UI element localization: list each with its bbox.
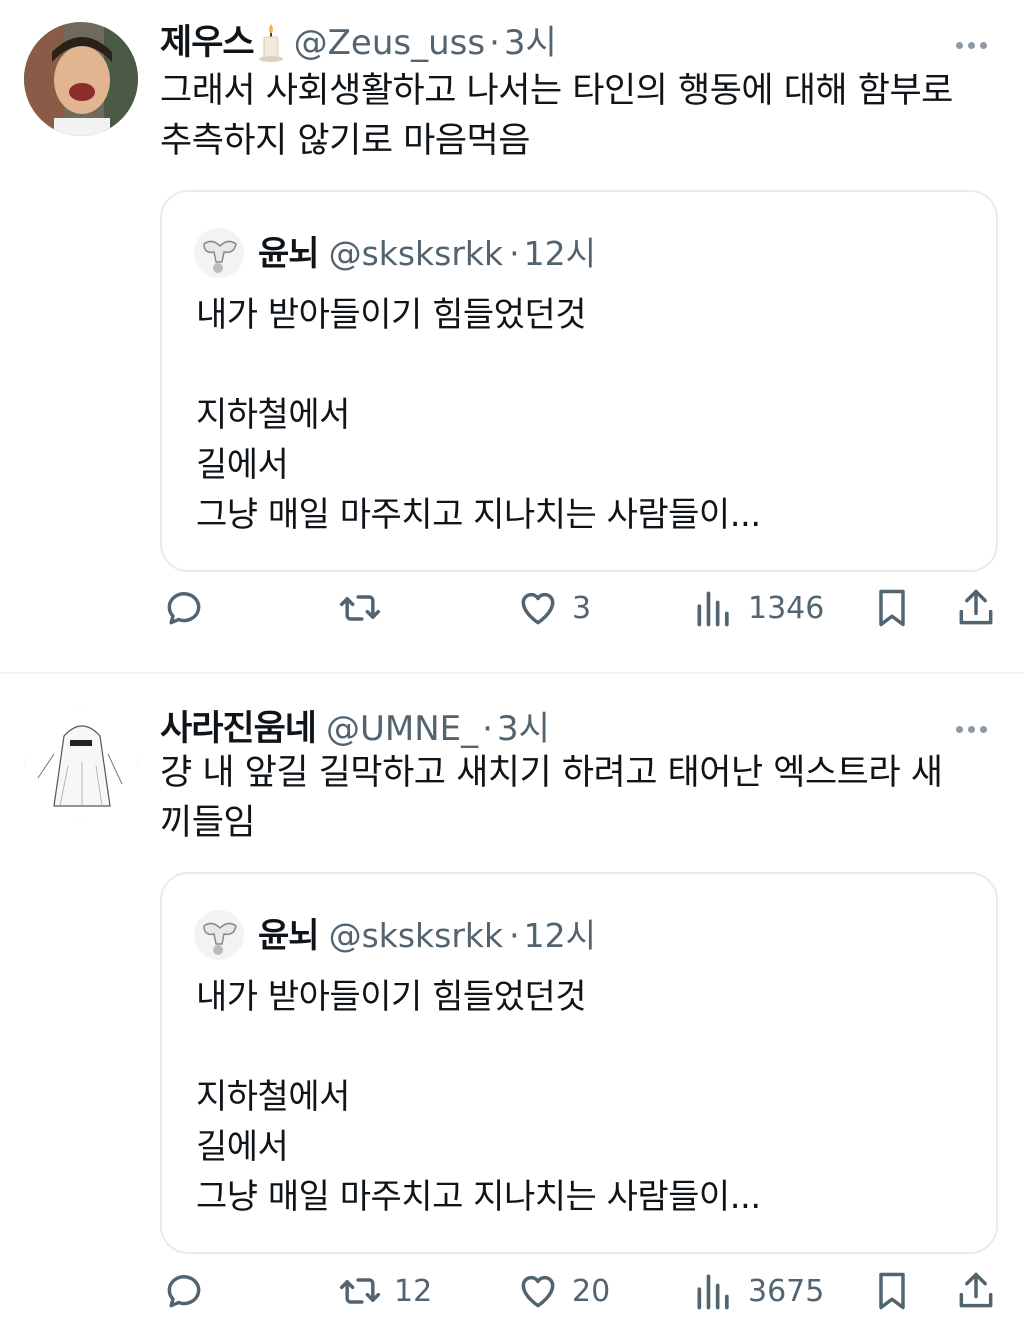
views-button[interactable]: 3675 [692,1269,824,1313]
heart-icon [521,1275,555,1308]
reply-button[interactable] [162,1269,206,1313]
bookmark-icon [879,589,905,627]
quoted-avatar[interactable] [194,910,244,960]
share-icon [959,589,993,625]
more-icon[interactable] [956,34,996,49]
quoted-timestamp[interactable]: 12시 [524,227,596,275]
quoted-timestamp[interactable]: 12시 [524,909,596,957]
avatar[interactable] [24,22,138,136]
like-count: 20 [572,1273,611,1309]
timestamp[interactable]: 3시 [504,15,557,64]
reply-button[interactable] [162,586,206,630]
retweet-icon [339,595,381,621]
like-button[interactable]: 20 [516,1269,610,1313]
tweet[interactable]: 제우스 @Zeus_uss · 3시 그래서 사회생활하고 나서는 타인의 행동… [0,0,1024,672]
bookmark-icon [879,1272,905,1310]
quoted-author-name[interactable]: 윤뇌 [258,908,320,957]
share-button[interactable] [954,586,998,630]
retweet-button[interactable]: 12 [338,1269,432,1313]
action-bar: 12 20 3675 [0,1269,1024,1329]
views-icon [697,591,729,627]
quoted-tweet[interactable]: 윤뇌 @sksksrkk · 12시 내가 받아들이기 힘들었던것 지하철에서 … [160,872,998,1254]
author-name[interactable]: 사라진움네 [160,700,317,751]
share-icon [959,1272,993,1308]
author-handle[interactable]: @UMNE_ [326,709,478,749]
view-count: 1346 [748,590,825,626]
timestamp[interactable]: 3시 [497,701,550,750]
quoted-author-name[interactable]: 윤뇌 [258,226,320,275]
retweet-icon [339,1278,381,1304]
author-name[interactable]: 제우스 [160,14,255,65]
avatar[interactable] [24,706,138,820]
action-bar: 3 1346 [0,586,1024,646]
tweet-text: 그래서 사회생활하고 나서는 타인의 행동에 대해 함부로 추측하지 않기로 마… [160,71,953,161]
more-icon[interactable] [956,718,996,733]
separator-dot: · [509,916,520,955]
like-button[interactable]: 3 [516,586,591,630]
heart-icon [521,592,555,625]
retweet-count: 12 [394,1273,433,1309]
like-count: 3 [572,590,592,626]
quoted-tweet[interactable]: 윤뇌 @sksksrkk · 12시 내가 받아들이기 힘들었던것 지하철에서 … [160,190,998,572]
bookmark-button[interactable] [870,586,914,630]
quoted-text: 내가 받아들이기 힘들었던것 지하철에서 길에서 그냥 매일 마주치고 지나치는… [196,295,761,535]
separator-dot: · [489,23,500,63]
views-icon [697,1274,729,1310]
quoted-avatar[interactable] [194,228,244,278]
tweet[interactable]: 사라진움네 @UMNE_ · 3시 걍 내 앞길 길막하고 새치기 하려고 태어… [0,674,1024,1343]
reply-icon [167,592,201,625]
quoted-author-handle[interactable]: @sksksrkk [329,916,504,955]
share-button[interactable] [954,1269,998,1313]
author-handle[interactable]: @Zeus_uss [294,23,485,63]
bookmark-button[interactable] [870,1269,914,1313]
candle-emoji [258,22,284,62]
separator-dot: · [509,234,520,273]
view-count: 3675 [748,1273,825,1309]
quoted-author-handle[interactable]: @sksksrkk [329,234,504,273]
quoted-text: 내가 받아들이기 힘들었던것 지하철에서 길에서 그냥 매일 마주치고 지나치는… [196,977,761,1217]
separator-dot: · [482,709,493,749]
retweet-button[interactable] [338,586,382,630]
views-button[interactable]: 1346 [692,586,824,630]
tweet-text: 걍 내 앞길 길막하고 새치기 하려고 태어난 엑스트라 새 끼들임 [160,753,943,843]
reply-icon [167,1275,201,1308]
